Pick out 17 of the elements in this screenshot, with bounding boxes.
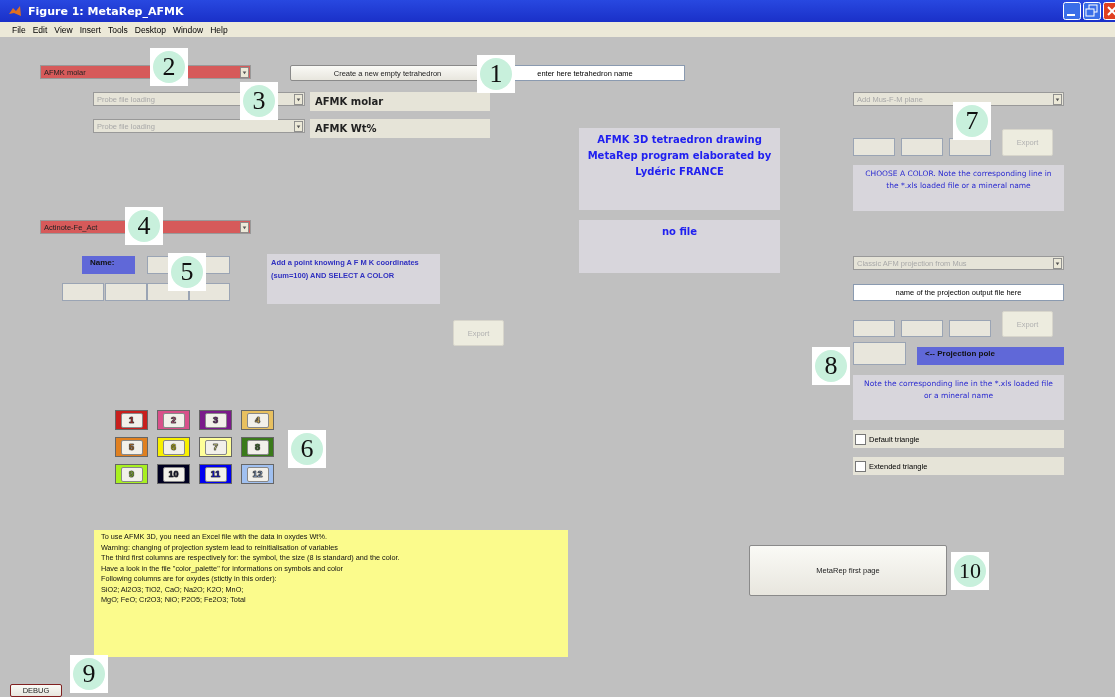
callout-tooltip: 10 bbox=[951, 552, 989, 590]
text-label: AFMK Wt% bbox=[310, 119, 490, 138]
callout-tooltip: 2 bbox=[150, 48, 188, 86]
callout-tooltip: 5 bbox=[168, 253, 206, 291]
window-title: Figure 1: MetaRep_AFMK bbox=[28, 4, 184, 18]
callout-tooltip: 7 bbox=[953, 102, 991, 140]
info-text: no file bbox=[579, 220, 780, 273]
text-label: <-- Projection pole bbox=[917, 347, 1064, 365]
callout-tooltip: 6 bbox=[288, 430, 326, 468]
callout-tooltip: 3 bbox=[240, 82, 278, 120]
text-label: Name: bbox=[82, 256, 135, 274]
callout-tooltip: 1 bbox=[477, 55, 515, 93]
callout-tooltip: 8 bbox=[812, 347, 850, 385]
callout-tooltip: 9 bbox=[70, 655, 108, 693]
info-text: AFMK 3D tetraedron drawing MetaRep program elaborated by Lydéric FRANCE bbox=[579, 128, 780, 210]
text-label: AFMK molar bbox=[310, 92, 490, 111]
callout-tooltip: 4 bbox=[125, 207, 163, 245]
